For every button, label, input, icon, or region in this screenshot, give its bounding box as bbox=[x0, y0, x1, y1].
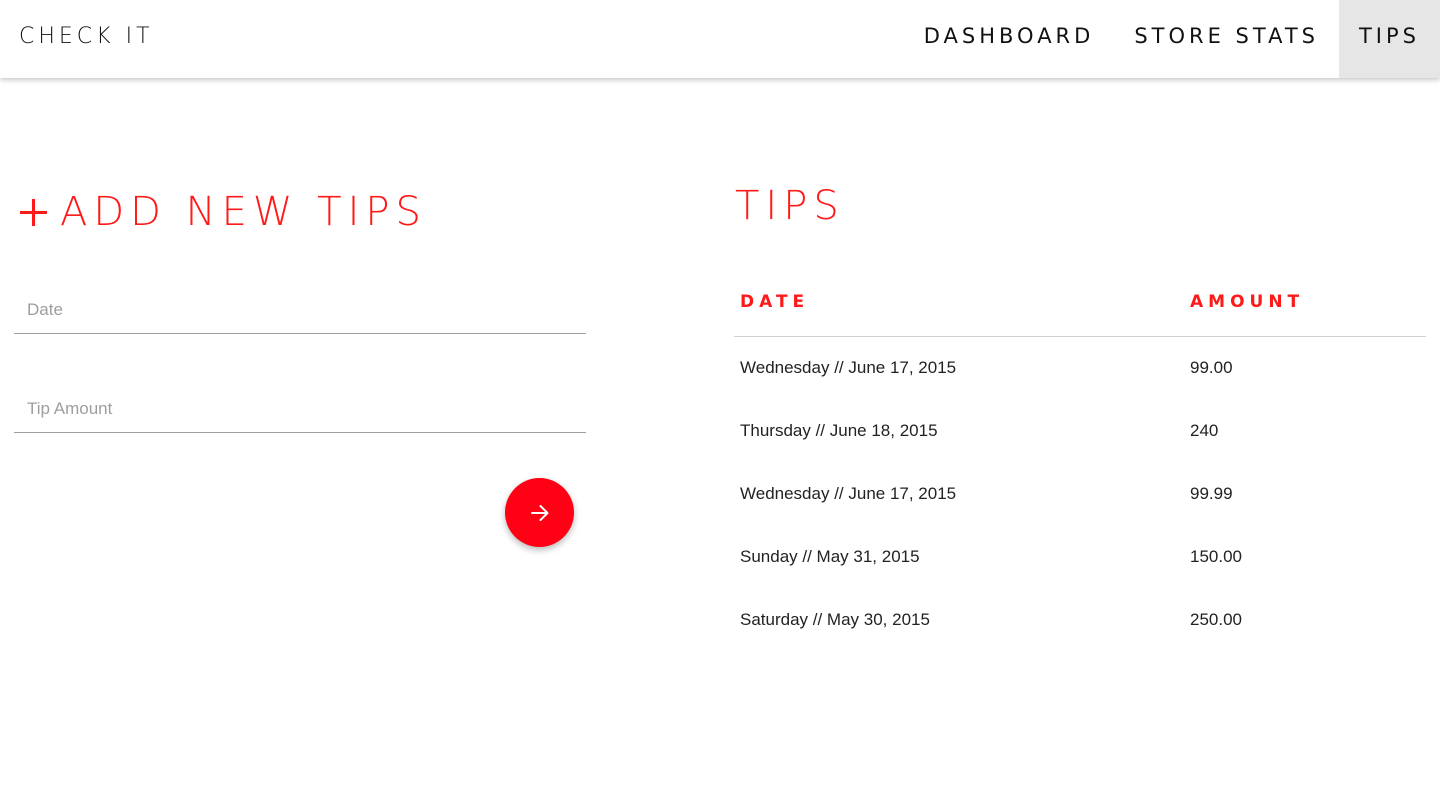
tip-amount-input[interactable] bbox=[14, 385, 586, 433]
arrow-right-icon bbox=[530, 504, 548, 521]
tip-amount: 250.00 bbox=[1190, 609, 1242, 629]
add-tips-heading: ADD NEW TIPS bbox=[20, 180, 586, 244]
table-row: Wednesday // June 17, 2015 99.00 bbox=[734, 336, 1426, 399]
tip-date: Sunday // May 31, 2015 bbox=[740, 546, 920, 566]
column-header-amount: AMOUNT bbox=[1188, 278, 1426, 337]
table-row: Sunday // May 31, 2015 150.00 bbox=[734, 525, 1426, 588]
tip-date: Wednesday // June 17, 2015 bbox=[740, 357, 957, 377]
top-navbar: CHECK IT DASHBOARD STORE STATS TIPS bbox=[0, 0, 1440, 78]
nav-store-stats[interactable]: STORE STATS bbox=[1114, 0, 1339, 78]
table-row: Saturday // May 30, 2015 250.00 bbox=[734, 588, 1426, 651]
tip-date: Saturday // May 30, 2015 bbox=[740, 609, 930, 629]
nav-links: DASHBOARD STORE STATS TIPS bbox=[904, 0, 1440, 78]
date-input[interactable] bbox=[14, 286, 586, 334]
column-header-date: DATE bbox=[734, 278, 1188, 337]
nav-tips[interactable]: TIPS bbox=[1338, 0, 1440, 78]
tip-amount: 240 bbox=[1190, 420, 1219, 440]
submit-tip-button[interactable] bbox=[505, 478, 574, 547]
tip-date: Thursday // June 18, 2015 bbox=[740, 420, 938, 440]
nav-dashboard[interactable]: DASHBOARD bbox=[904, 0, 1115, 78]
tips-heading: TIPS bbox=[735, 183, 845, 229]
tip-date: Wednesday // June 17, 2015 bbox=[740, 483, 957, 503]
tip-amount: 99.99 bbox=[1190, 483, 1233, 503]
tips-list-section: TIPS DATE AMOUNT Wednesday // June 17, 2… bbox=[734, 178, 1426, 629]
plus-icon bbox=[20, 198, 47, 226]
table-header-row: DATE AMOUNT bbox=[734, 278, 1426, 337]
table-row: Thursday // June 18, 2015 240 bbox=[734, 399, 1426, 462]
table-row: Wednesday // June 17, 2015 99.99 bbox=[734, 462, 1426, 525]
tips-table: DATE AMOUNT Wednesday // June 17, 2015 9… bbox=[734, 278, 1426, 651]
tip-amount: 99.00 bbox=[1190, 357, 1233, 377]
brand-logo[interactable]: CHECK IT bbox=[19, 0, 154, 78]
tip-amount: 150.00 bbox=[1190, 546, 1242, 566]
add-tips-title: ADD NEW TIPS bbox=[60, 189, 427, 235]
add-tips-form: ADD NEW TIPS bbox=[14, 180, 586, 547]
